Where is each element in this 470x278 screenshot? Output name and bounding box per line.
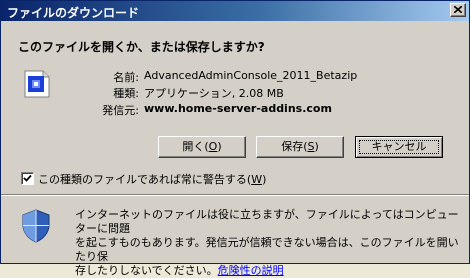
save-button-label-suffix: ) (314, 140, 319, 153)
save-button[interactable]: 保存(S) (256, 136, 344, 158)
security-warning-text: インターネットのファイルは役に立ちますが、ファイルによってはコンピューターに問題… (75, 208, 463, 278)
cancel-button[interactable]: キャンセル (355, 136, 443, 158)
cancel-button-label: キャンセル (371, 140, 427, 153)
save-button-label-prefix: 保存( (281, 140, 308, 153)
always-warn-accesskey: W (251, 173, 263, 186)
file-name: AdvancedAdminConsole_2011_Betazip (144, 69, 358, 82)
open-button-label-prefix: 開く( (182, 140, 209, 153)
file-source: www.home-server-addins.com (144, 102, 332, 115)
warning-line-3: 存したりしないでください。危険性の説明 (75, 264, 463, 278)
divider-highlight (1, 195, 469, 196)
risk-explanation-link[interactable]: 危険性の説明 (218, 264, 284, 277)
security-shield-icon (22, 209, 50, 243)
checkmark-icon (23, 174, 32, 182)
warning-line-3-text: 存したりしないでください。 (75, 264, 218, 277)
always-warn-checkbox[interactable] (21, 172, 34, 185)
open-button[interactable]: 開く(O) (158, 136, 246, 158)
file-download-dialog: ファイルのダウンロード このファイルを開くか、または保存しますか? 名前: Ad… (0, 0, 470, 277)
always-warn-label: この種類のファイルであれば常に警告する(W) (38, 171, 266, 187)
title-bar[interactable]: ファイルのダウンロード (1, 1, 469, 21)
always-warn-label-suffix: ) (262, 173, 267, 186)
window-title: ファイルのダウンロード (7, 6, 140, 20)
file-type: アプリケーション, 2.08 MB (144, 87, 284, 100)
close-button[interactable] (450, 3, 466, 17)
type-label: 種類: (113, 87, 139, 100)
source-label: 発信元: (102, 104, 139, 117)
name-label: 名前: (113, 71, 139, 84)
open-button-label-suffix: ) (217, 140, 222, 153)
always-warn-label-prefix: この種類のファイルであれば常に警告する( (38, 173, 252, 186)
dialog-question: このファイルを開くか、または保存しますか? (18, 40, 265, 54)
close-icon (454, 6, 462, 13)
file-type-icon (24, 70, 50, 98)
warning-line-1: インターネットのファイルは役に立ちますが、ファイルによってはコンピューターに問題 (75, 208, 459, 235)
warning-line-2: を起こすものもあります。発信元が信頼できない場合は、このファイルを開いたり保 (75, 236, 459, 263)
